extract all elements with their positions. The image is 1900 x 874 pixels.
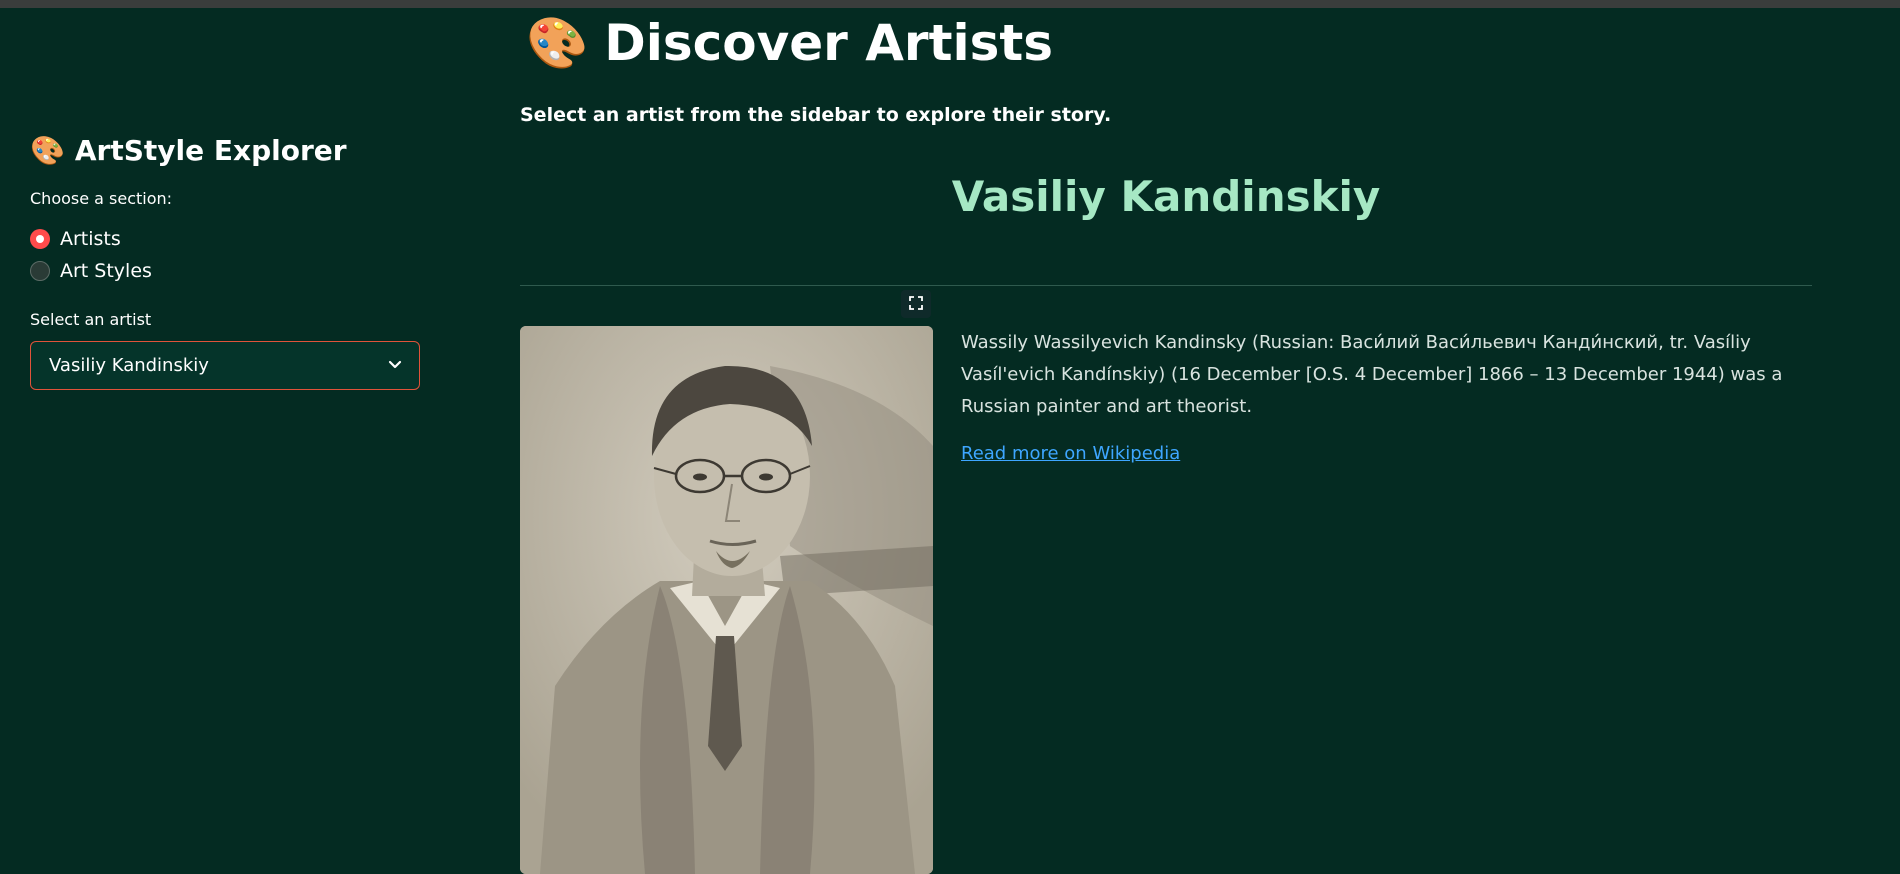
divider (520, 285, 1812, 286)
artist-select-label: Select an artist (30, 310, 152, 329)
chevron-down-icon (387, 356, 403, 376)
radio-selected-icon[interactable] (30, 229, 50, 249)
radio-label-artists: Artists (60, 228, 121, 250)
page-subtitle: Select an artist from the sidebar to exp… (520, 104, 1112, 126)
page-title: 🎨 Discover Artists (526, 14, 1053, 72)
artist-select[interactable]: Vasiliy Kandinskiy (30, 341, 420, 390)
fullscreen-button[interactable] (901, 290, 931, 318)
page-title-text: Discover Artists (604, 14, 1054, 72)
radio-artists[interactable]: Artists (30, 228, 121, 250)
sidebar-title: 🎨 ArtStyle Explorer (30, 134, 347, 167)
palette-icon: 🎨 (526, 14, 589, 72)
radio-unselected-icon[interactable] (30, 261, 50, 281)
radio-art-styles[interactable]: Art Styles (30, 260, 152, 282)
sidebar: 🎨 ArtStyle Explorer (0, 8, 420, 874)
palette-icon: 🎨 (30, 133, 65, 167)
artist-name-heading: Vasiliy Kandinskiy (951, 172, 1381, 221)
artist-portrait-image (520, 326, 933, 874)
radio-label-art-styles: Art Styles (60, 260, 152, 282)
fullscreen-icon (909, 295, 923, 314)
wikipedia-link[interactable]: Read more on Wikipedia (961, 443, 1180, 464)
artist-bio: Wassily Wassilyevich Kandinsky (Russian:… (961, 332, 1783, 417)
top-decoration-bar (0, 0, 1900, 8)
section-label: Choose a section: (30, 189, 173, 208)
artist-select-value: Vasiliy Kandinskiy (49, 355, 209, 376)
app-title: ArtStyle Explorer (74, 134, 347, 167)
